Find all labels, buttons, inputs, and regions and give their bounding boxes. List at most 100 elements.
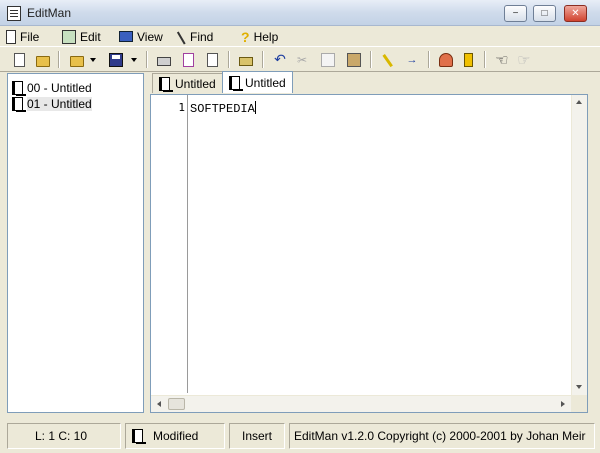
horizontal-scrollbar[interactable] bbox=[151, 395, 571, 412]
highlight-icon bbox=[381, 52, 395, 67]
document-list-label: 00 - Untitled bbox=[27, 81, 92, 95]
menu-bar: File Edit View Find ? Help bbox=[0, 26, 600, 46]
back-button[interactable]: ☜ bbox=[492, 50, 512, 69]
text-editor[interactable]: 1 SOFTPEDIA bbox=[150, 94, 588, 413]
save-dropdown-icon bbox=[131, 57, 137, 62]
code-line-text: SOFTPEDIA bbox=[190, 102, 255, 116]
toolbar-separator bbox=[262, 51, 264, 68]
copy-icon bbox=[321, 52, 335, 67]
new-icon bbox=[13, 52, 25, 67]
print-preview-button[interactable] bbox=[202, 50, 222, 69]
close-button[interactable]: ✕ bbox=[564, 5, 587, 22]
open-dropdown-button[interactable] bbox=[87, 50, 99, 69]
find-menu-icon bbox=[176, 28, 190, 45]
menu-help-label: Help bbox=[253, 29, 279, 44]
document-list-label: 01 - Untitled bbox=[27, 97, 92, 111]
goto-icon: → bbox=[406, 53, 418, 66]
document-icon bbox=[159, 76, 173, 92]
open-recent-button[interactable] bbox=[67, 50, 87, 69]
document-icon bbox=[229, 75, 243, 91]
code-line[interactable]: SOFTPEDIA bbox=[190, 101, 256, 116]
toolbar: ↶ ✂ → ☜ ☞ bbox=[0, 46, 600, 72]
save-button[interactable] bbox=[106, 50, 126, 69]
paste-icon bbox=[347, 52, 361, 67]
title-bar: EditMan − □ ✕ bbox=[0, 0, 600, 26]
forward-icon: ☞ bbox=[517, 51, 531, 69]
cursor-position: L: 1 C: 10 bbox=[7, 423, 121, 449]
open-button[interactable] bbox=[33, 50, 53, 69]
menu-file[interactable]: File bbox=[6, 28, 39, 45]
scroll-up-icon[interactable] bbox=[576, 100, 582, 104]
vertical-scrollbar[interactable] bbox=[571, 95, 587, 395]
tab-untitled-01[interactable]: Untitled bbox=[222, 71, 293, 93]
open-dropdown-icon bbox=[90, 57, 96, 62]
user-button[interactable] bbox=[436, 50, 456, 69]
horizontal-scroll-thumb[interactable] bbox=[168, 398, 185, 410]
minimize-button[interactable]: − bbox=[504, 5, 527, 22]
undo-button[interactable]: ↶ bbox=[270, 50, 290, 69]
undo-icon: ↶ bbox=[274, 51, 286, 67]
copy-button[interactable] bbox=[318, 50, 338, 69]
document-list-item[interactable]: 01 - Untitled bbox=[12, 96, 92, 112]
cut-icon: ✂ bbox=[296, 52, 308, 67]
toolbar-separator bbox=[484, 51, 486, 68]
print-button[interactable] bbox=[154, 50, 174, 69]
gutter-divider bbox=[187, 95, 188, 393]
tag-button[interactable] bbox=[236, 50, 256, 69]
scroll-corner bbox=[571, 395, 587, 412]
exit-icon bbox=[463, 52, 473, 67]
document-icon bbox=[12, 81, 26, 96]
edit-menu-icon bbox=[62, 29, 76, 44]
app-icon bbox=[7, 6, 21, 21]
document-list: 00 - Untitled 01 - Untitled bbox=[7, 73, 144, 413]
print-preview-icon bbox=[206, 52, 218, 67]
highlight-button[interactable] bbox=[378, 50, 398, 69]
print-icon bbox=[157, 57, 171, 66]
exit-button[interactable] bbox=[458, 50, 478, 69]
toolbar-separator bbox=[428, 51, 430, 68]
menu-file-label: File bbox=[20, 29, 40, 44]
tab-label: Untitled bbox=[175, 76, 216, 91]
toolbar-separator bbox=[228, 51, 230, 68]
person-icon bbox=[439, 52, 453, 67]
forward-button[interactable]: ☞ bbox=[514, 50, 534, 69]
menu-view[interactable]: View bbox=[119, 28, 163, 45]
menu-find[interactable]: Find bbox=[176, 28, 214, 45]
document-icon bbox=[12, 97, 26, 112]
document-list-item[interactable]: 00 - Untitled bbox=[12, 80, 92, 96]
tab-label: Untitled bbox=[245, 75, 286, 90]
goto-button[interactable]: → bbox=[402, 50, 422, 69]
toolbar-separator bbox=[146, 51, 148, 68]
status-bar: L: 1 C: 10 Modified Insert EditMan v1.2.… bbox=[0, 420, 600, 453]
open-icon bbox=[36, 55, 50, 67]
print-preview-page-icon bbox=[182, 52, 194, 67]
tab-untitled-00[interactable]: Untitled bbox=[152, 73, 223, 93]
scroll-right-icon[interactable] bbox=[561, 401, 565, 407]
help-menu-icon: ? bbox=[241, 28, 250, 45]
scroll-left-icon[interactable] bbox=[157, 401, 161, 407]
save-dropdown-button[interactable] bbox=[128, 50, 140, 69]
insert-mode: Insert bbox=[229, 423, 285, 449]
line-number: 1 bbox=[178, 101, 185, 114]
open-recent-icon bbox=[70, 55, 84, 67]
copyright-text: EditMan v1.2.0 Copyright (c) 2000-2001 b… bbox=[289, 423, 595, 449]
tag-icon bbox=[239, 56, 253, 66]
menu-find-label: Find bbox=[190, 29, 214, 44]
paste-button[interactable] bbox=[344, 50, 364, 69]
line-number-gutter: 1 bbox=[151, 95, 187, 393]
menu-edit[interactable]: Edit bbox=[62, 28, 101, 45]
maximize-button[interactable]: □ bbox=[533, 5, 556, 22]
toolbar-separator bbox=[370, 51, 372, 68]
cut-button[interactable]: ✂ bbox=[292, 50, 312, 69]
back-icon: ☜ bbox=[495, 51, 509, 69]
view-menu-icon bbox=[119, 31, 133, 42]
menu-help[interactable]: ? Help bbox=[241, 28, 278, 45]
modified-indicator: Modified bbox=[125, 423, 225, 449]
new-button[interactable] bbox=[9, 50, 29, 69]
window-title: EditMan bbox=[27, 6, 72, 20]
modified-icon bbox=[132, 429, 146, 444]
modified-label: Modified bbox=[153, 429, 199, 443]
page-setup-button[interactable] bbox=[178, 50, 198, 69]
scroll-down-icon[interactable] bbox=[576, 385, 582, 389]
menu-edit-label: Edit bbox=[80, 29, 101, 44]
